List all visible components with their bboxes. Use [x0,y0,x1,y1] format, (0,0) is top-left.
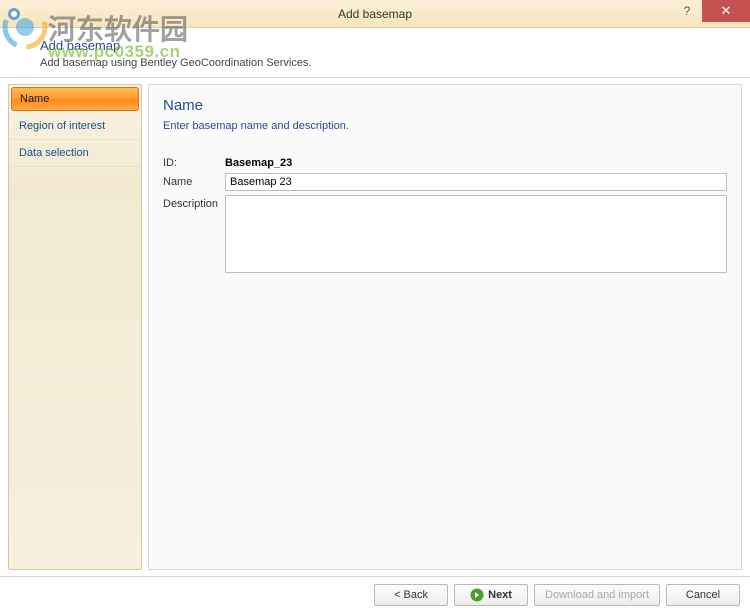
next-arrow-icon [470,588,484,602]
name-row: Name [163,173,727,191]
id-label: ID: [163,154,225,169]
page-title: Add basemap [40,38,740,53]
step-title: Name [163,97,727,114]
sidebar-item-label: Data selection [19,147,89,159]
help-button[interactable]: ? [672,0,702,22]
step-subtitle: Enter basemap name and description. [163,120,727,132]
id-row: ID: Basemap_23 [163,154,727,169]
description-textarea[interactable] [225,195,727,273]
titlebar: Add basemap ? ✕ [0,0,750,28]
wizard-content: Name Enter basemap name and description.… [148,84,742,570]
wizard-steps-sidebar: Name Region of interest Data selection [8,84,142,570]
sidebar-step-data[interactable]: Data selection [9,140,141,167]
name-label: Name [163,173,225,188]
wizard-footer: < Back Next Download and import Cancel [0,576,750,612]
app-icon [6,6,22,22]
sidebar-step-region[interactable]: Region of interest [9,113,141,140]
page-subtitle: Add basemap using Bentley GeoCoordinatio… [40,57,740,69]
wizard-header: Add basemap Add basemap using Bentley Ge… [0,28,750,78]
description-row: Description [163,195,727,273]
next-label: Next [488,589,512,601]
sidebar-step-name[interactable]: Name [11,87,139,111]
download-import-button: Download and import [534,584,660,606]
sidebar-item-label: Region of interest [19,120,105,132]
cancel-button[interactable]: Cancel [666,584,740,606]
window-title: Add basemap [338,7,412,21]
close-button[interactable]: ✕ [702,0,750,22]
back-button[interactable]: < Back [374,584,448,606]
next-button[interactable]: Next [454,584,528,606]
id-value: Basemap_23 [225,154,292,169]
name-input[interactable] [225,173,727,191]
sidebar-item-label: Name [20,93,49,105]
wizard-body: Name Region of interest Data selection N… [0,78,750,576]
description-label: Description [163,195,225,210]
